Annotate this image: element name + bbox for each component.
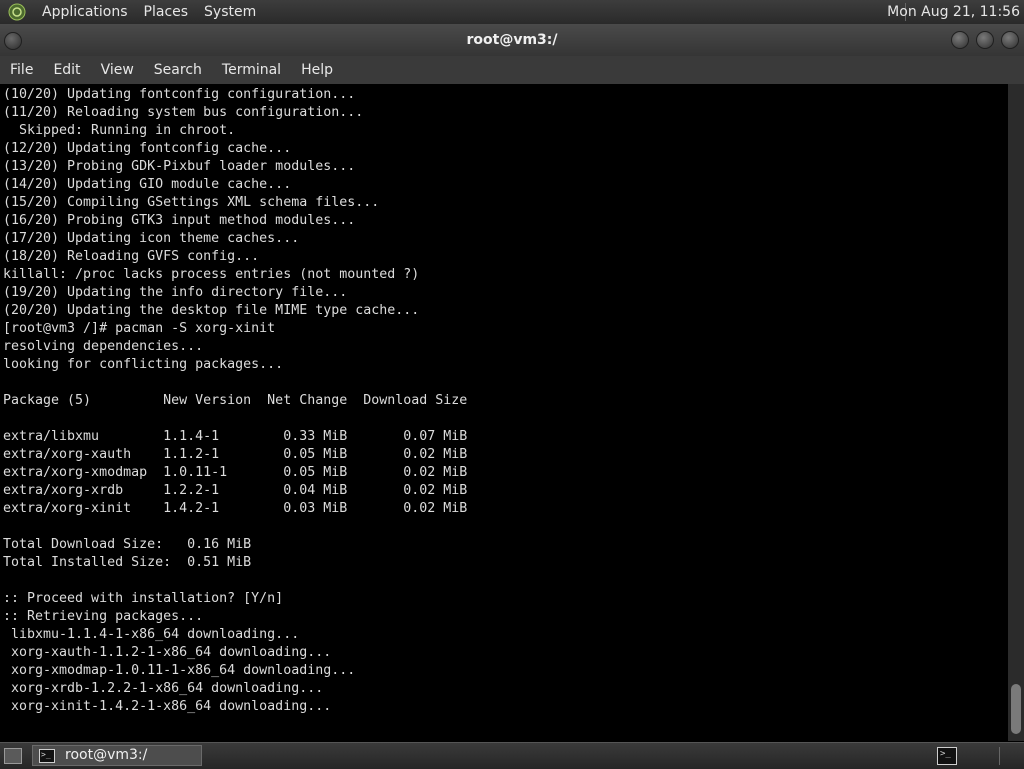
terminal-line: xorg-xmodmap-1.0.11-1-x86_64 downloading… [3, 663, 356, 678]
terminal-line: extra/xorg-xrdb 1.2.2-1 0.04 MiB 0.02 Mi… [3, 483, 468, 498]
top-panel: Applications Places System Mon Aug 21, 1… [0, 0, 1024, 24]
terminal-line: extra/xorg-xinit 1.4.2-1 0.03 MiB 0.02 M… [3, 501, 468, 516]
clock[interactable]: Mon Aug 21, 11:56 [887, 0, 1020, 24]
terminal-line: (18/20) Reloading GVFS config... [3, 249, 260, 264]
terminal-line: libxmu-1.1.4-1-x86_64 downloading... [3, 627, 300, 642]
menu-file[interactable]: File [0, 56, 43, 84]
terminal-line: xorg-xrdb-1.2.2-1-x86_64 downloading... [3, 681, 324, 696]
scrollbar-thumb[interactable] [1011, 684, 1021, 734]
terminal-line: [root@vm3 /]# pacman -S xorg-xinit [3, 321, 276, 336]
terminal-line: xorg-xinit-1.4.2-1-x86_64 downloading... [3, 699, 332, 714]
menu-help[interactable]: Help [291, 56, 343, 84]
bottom-panel: >_ root@vm3:/ >_ [0, 742, 1024, 769]
terminal-line: (10/20) Updating fontconfig configuratio… [3, 87, 356, 102]
menu-search[interactable]: Search [144, 56, 212, 84]
terminal-line: (19/20) Updating the info directory file… [3, 285, 348, 300]
terminal-output[interactable]: (10/20) Updating fontconfig configuratio… [0, 84, 1008, 741]
menu-edit[interactable]: Edit [43, 56, 90, 84]
terminal-line: :: Proceed with installation? [Y/n] [3, 591, 284, 606]
terminal-line: (15/20) Compiling GSettings XML schema f… [3, 195, 380, 210]
terminal-line: killall: /proc lacks process entries (no… [3, 267, 420, 282]
window-titlebar[interactable]: root@vm3:/ [0, 24, 1024, 56]
terminal-line: Total Installed Size: 0.51 MiB [3, 555, 252, 570]
taskbar-button-label: root@vm3:/ [65, 747, 148, 763]
terminal-scrollbar[interactable] [1008, 84, 1024, 741]
terminal-line: (16/20) Probing GTK3 input method module… [3, 213, 356, 228]
menu-system[interactable]: System [196, 0, 264, 24]
close-button[interactable] [1001, 31, 1019, 49]
terminal-line: extra/xorg-xauth 1.1.2-1 0.05 MiB 0.02 M… [3, 447, 468, 462]
terminal-line: (12/20) Updating fontconfig cache... [3, 141, 292, 156]
terminal-line: xorg-xauth-1.1.2-1-x86_64 downloading... [3, 645, 332, 660]
menu-terminal[interactable]: Terminal [212, 56, 291, 84]
terminal-line: (11/20) Reloading system bus configurati… [3, 105, 364, 120]
menu-places[interactable]: Places [136, 0, 197, 24]
maximize-button[interactable] [976, 31, 994, 49]
terminal-line: extra/xorg-xmodmap 1.0.11-1 0.05 MiB 0.0… [3, 465, 468, 480]
applications-logo-icon[interactable] [8, 3, 26, 21]
terminal-line: (17/20) Updating icon theme caches... [3, 231, 300, 246]
menu-applications[interactable]: Applications [34, 0, 136, 24]
minimize-button[interactable] [951, 31, 969, 49]
window-title: root@vm3:/ [466, 32, 558, 48]
terminal-line: :: Retrieving packages... [3, 609, 204, 624]
terminal-line: looking for conflicting packages... [3, 357, 284, 372]
tray-terminal-icon[interactable]: >_ [937, 747, 957, 765]
terminal-line: resolving dependencies... [3, 339, 204, 354]
terminal-line: (20/20) Updating the desktop file MIME t… [3, 303, 420, 318]
menu-view[interactable]: View [91, 56, 144, 84]
terminal-line: Total Download Size: 0.16 MiB [3, 537, 252, 552]
terminal-line: Skipped: Running in chroot. [3, 123, 236, 138]
terminal-line: extra/libxmu 1.1.4-1 0.33 MiB 0.07 MiB [3, 429, 468, 444]
terminal-icon: >_ [39, 748, 55, 763]
terminal-line: Package (5) New Version Net Change Downl… [3, 393, 468, 408]
tray-separator [999, 747, 1000, 765]
terminal-line: (14/20) Updating GIO module cache... [3, 177, 292, 192]
taskbar-button-terminal[interactable]: >_ root@vm3:/ [32, 745, 202, 766]
terminal-menubar: File Edit View Search Terminal Help [0, 56, 1024, 84]
terminal-line: (13/20) Probing GDK-Pixbuf loader module… [3, 159, 356, 174]
show-desktop-icon[interactable] [4, 748, 22, 764]
